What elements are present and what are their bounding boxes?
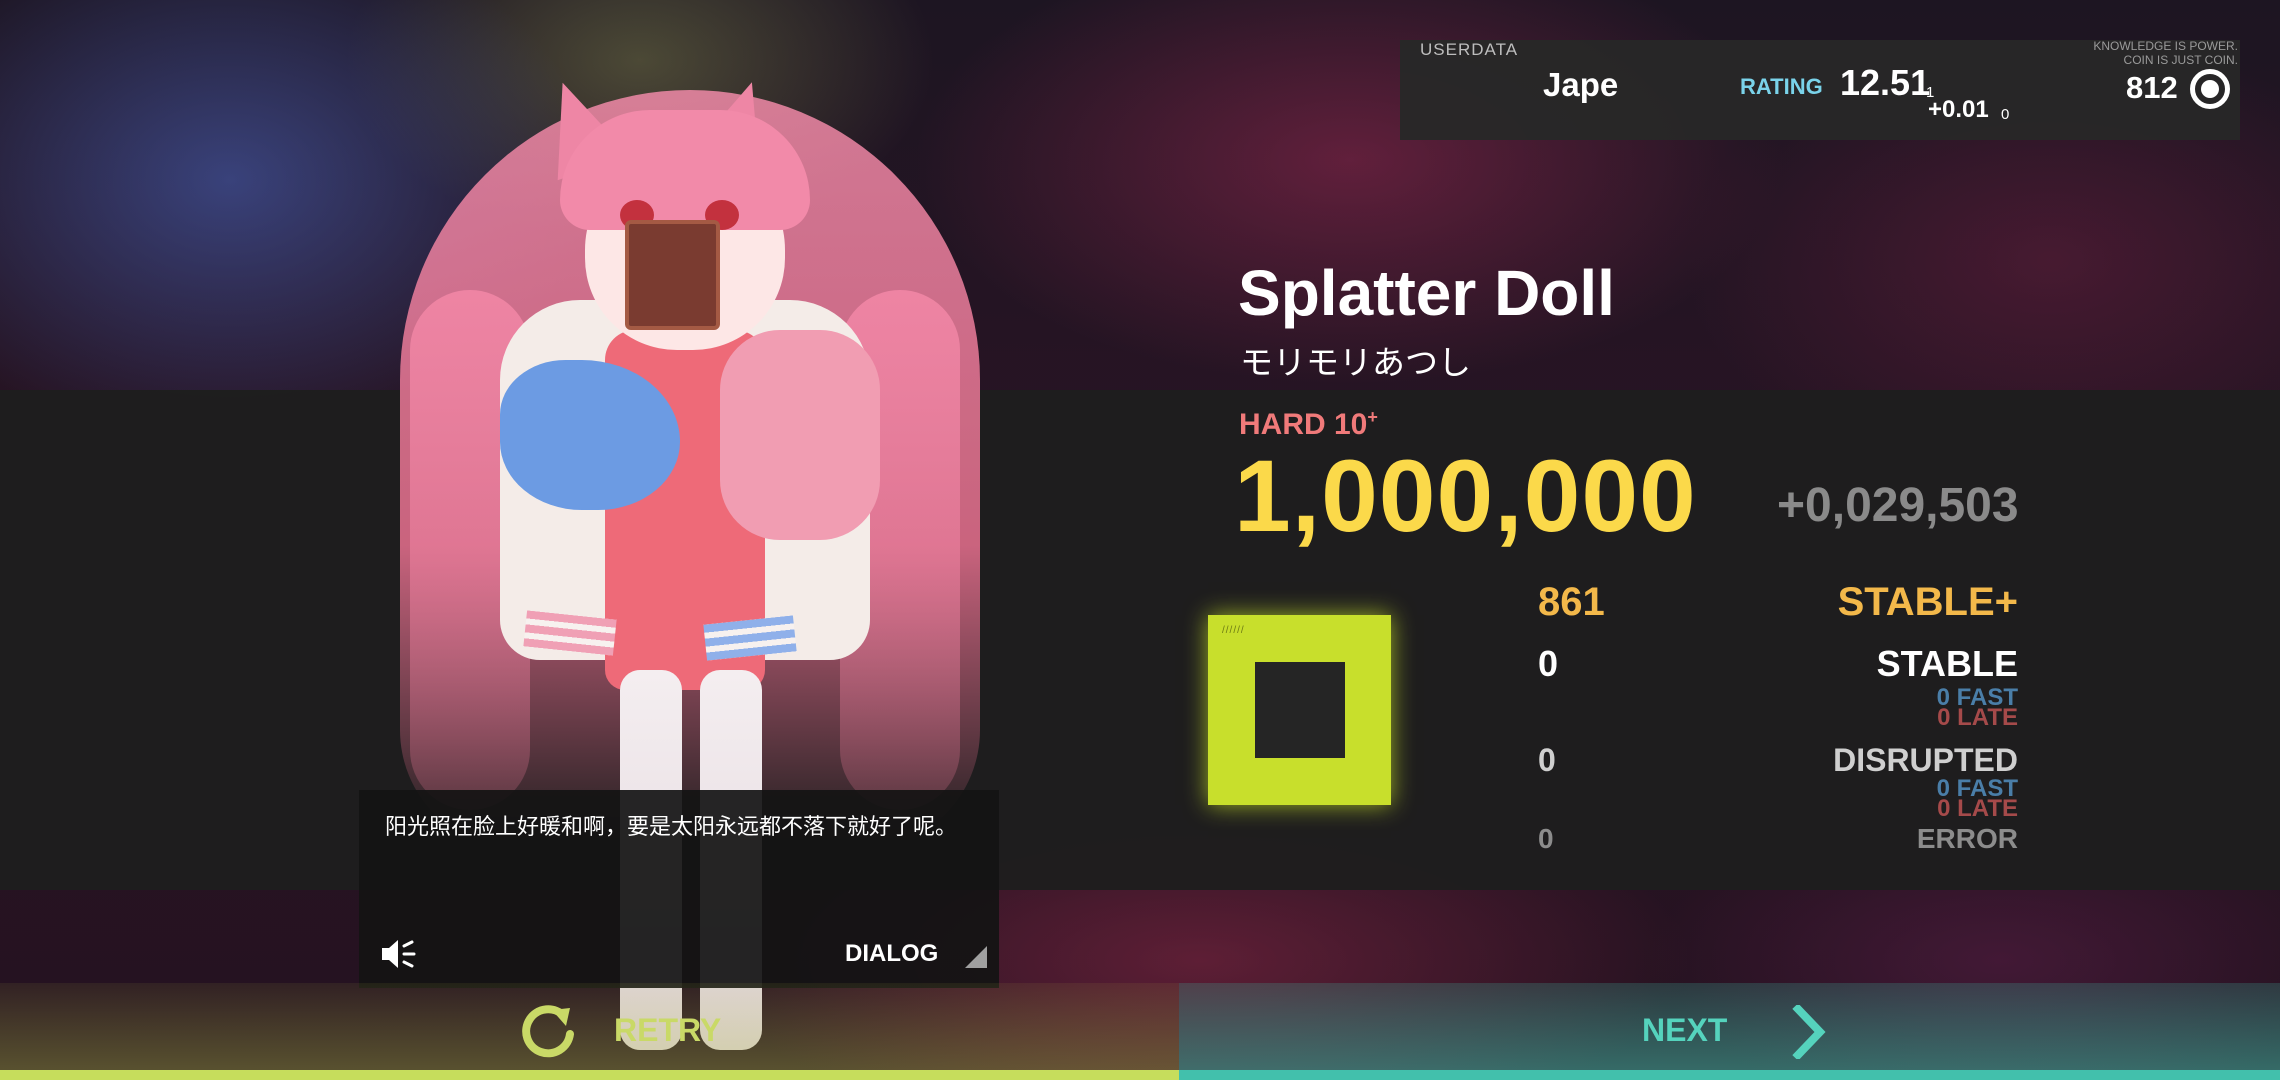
disrupted-count: 0 xyxy=(1538,742,1556,778)
dialog-corner-icon xyxy=(965,946,987,968)
coin-motto-line-1: KNOWLEDGE IS POWER. xyxy=(2093,39,2238,53)
character-bangs xyxy=(560,110,810,230)
grade-badge: ////// xyxy=(1208,615,1391,805)
stable-plus-count: 861 xyxy=(1538,580,1605,624)
score-delta: +0,029,503 xyxy=(1777,479,2019,532)
result-screen: USERDATA Jape RATING 12.51 1 +0.01 0 KNO… xyxy=(0,0,2280,1080)
dialog-panel: 阳光照在脸上好暖和啊，要是太阳永远都不落下就好了呢。 DIALOG xyxy=(359,790,999,988)
retry-button[interactable] xyxy=(0,983,1179,1080)
difficulty-label: HARD 10+ xyxy=(1239,407,1378,442)
dialog-button[interactable]: DIALOG xyxy=(845,940,938,968)
dialog-text: 阳光照在脸上好暖和啊，要是太阳永远都不落下就好了呢。 xyxy=(385,815,958,840)
grade-badge-inner xyxy=(1255,662,1345,758)
next-label[interactable]: NEXT xyxy=(1642,1012,1727,1049)
disrupted-late: 0 LATE xyxy=(1937,795,2018,822)
error-label: ERROR xyxy=(1916,823,2018,854)
next-underline xyxy=(1179,1070,2280,1080)
retry-underline xyxy=(0,1070,1179,1080)
difficulty-plus: + xyxy=(1367,407,1378,427)
character-sleeve xyxy=(720,330,880,540)
stable-plus-label: STABLE+ xyxy=(1837,580,2018,624)
song-title: Splatter Doll xyxy=(1238,257,1615,329)
song-artist: モリモリあつし xyxy=(1240,343,1471,382)
rating-value: 12.51 xyxy=(1840,62,1931,103)
character-book xyxy=(625,220,720,330)
stable-label: STABLE xyxy=(1876,643,2018,684)
coin-icon xyxy=(2190,69,2230,109)
score-value: 1,000,000 xyxy=(1234,439,1697,553)
rating-delta: +0.01 xyxy=(1928,96,1989,123)
coin-motto: KNOWLEDGE IS POWER. COIN IS JUST COIN. xyxy=(2093,39,2238,67)
speaker-muted-icon[interactable] xyxy=(378,936,418,972)
rating-label: RATING xyxy=(1740,74,1823,99)
chevron-right-icon[interactable] xyxy=(1792,1005,1826,1059)
stable-count: 0 xyxy=(1538,643,1559,684)
coin-motto-line-2: COIN IS JUST COIN. xyxy=(2123,53,2238,67)
user-name[interactable]: Jape xyxy=(1543,66,1618,104)
user-data-label: USERDATA xyxy=(1420,40,1519,59)
next-button[interactable] xyxy=(1179,983,2280,1080)
error-count: 0 xyxy=(1538,823,1554,854)
disrupted-label: DISRUPTED xyxy=(1833,742,2018,778)
stable-late: 0 LATE xyxy=(1937,704,2018,731)
user-data-panel: USERDATA Jape RATING 12.51 1 +0.01 0 KNO… xyxy=(1400,39,2240,140)
grade-tag: ////// xyxy=(1222,625,1245,636)
rating-delta-suffix: 0 xyxy=(2001,106,2010,123)
coin-count: 812 xyxy=(2126,70,2178,105)
difficulty-level: HARD 10 xyxy=(1239,408,1368,441)
retry-label[interactable]: RETRY xyxy=(614,1012,721,1049)
retry-icon[interactable] xyxy=(520,1004,578,1060)
